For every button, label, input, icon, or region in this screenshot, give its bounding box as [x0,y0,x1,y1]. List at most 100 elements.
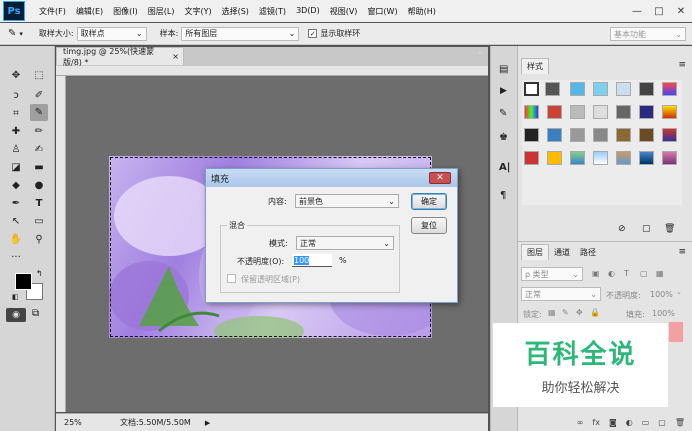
eraser-tool-icon[interactable]: ◪ [7,159,25,176]
fill-value[interactable]: 100% [652,309,675,318]
panel-menu-icon[interactable]: ≡ [678,60,686,70]
pen-tool-icon[interactable]: ✒ [7,195,25,212]
new-layer-icon[interactable]: ▢ [658,418,666,427]
dialog-title-bar[interactable]: 填充 ✕ [206,169,457,187]
panel-menu-icon[interactable]: ≡ [678,247,686,257]
filter-type-icon[interactable]: T [624,269,629,278]
style-swatch[interactable] [639,151,654,165]
minimize-button[interactable]: — [626,0,648,22]
eyedropper-tool-icon[interactable]: ✎ [30,104,48,121]
style-swatch[interactable] [593,128,608,142]
blend-mode-select[interactable]: 正常 ⌄ [521,287,601,301]
paragraph-panel-icon[interactable]: ¶ [500,190,506,201]
ok-button[interactable]: 确定 [411,193,447,210]
shape-tool-icon[interactable]: ▭ [30,213,48,230]
link-layers-icon[interactable]: ∞ [577,418,584,427]
clone-source-panel-icon[interactable]: ♚ [499,132,508,143]
layer-filter-select[interactable]: ρ 类型 ⌄ [521,267,583,281]
lock-move-icon[interactable]: ✥ [576,308,583,317]
style-swatch[interactable] [639,105,654,119]
menu-filter[interactable]: 滤镜(T) [254,6,291,17]
dodge-tool-icon[interactable]: ● [30,177,48,194]
style-swatch[interactable] [593,82,608,96]
mode-select[interactable]: 正常 ⌄ [296,236,394,250]
maximize-button[interactable]: □ [648,0,670,22]
opacity-chevron-icon[interactable]: ⌄ [676,288,682,296]
lock-pixels-icon[interactable]: ▦ [548,308,556,317]
actions-panel-icon[interactable]: ▶ [500,86,507,96]
tab-close-icon[interactable]: × [172,52,179,61]
style-swatch[interactable] [616,128,631,142]
style-swatch[interactable] [547,128,562,142]
brush-panel-icon[interactable]: ✎ [499,108,507,119]
blur-tool-icon[interactable]: ◆ [7,177,25,194]
crop-tool-icon[interactable]: ⌗ [7,105,25,122]
tab-styles[interactable]: 样式 [521,58,549,74]
quick-mask-icon[interactable]: ◉ [6,308,26,322]
sample-select[interactable]: 所有图层 ⌄ [181,26,300,41]
clone-stamp-tool-icon[interactable]: ♙ [7,141,25,158]
horizontal-ruler[interactable] [56,66,488,76]
close-button[interactable]: ✕ [670,0,692,22]
menu-image[interactable]: 图像(I) [108,6,143,17]
style-swatch[interactable] [662,151,677,165]
character-panel-icon[interactable]: A| [499,162,510,173]
path-select-tool-icon[interactable]: ↖ [7,213,25,230]
style-swatch[interactable] [593,105,608,119]
layer-scroll-indicator[interactable] [669,322,683,342]
history-panel-icon[interactable]: ▤ [499,64,508,75]
new-style-page-icon[interactable]: ▢ [642,224,651,234]
more-tools-icon[interactable]: ··· [7,249,25,266]
new-style-icon[interactable]: ⊘ [618,224,626,234]
menu-file[interactable]: 文件(F) [34,6,71,17]
type-tool-icon[interactable]: T [30,195,48,212]
dialog-close-button[interactable]: ✕ [429,172,451,184]
menu-edit[interactable]: 编辑(E) [71,6,108,17]
screen-mode-icon[interactable]: ⧉ [32,308,39,319]
style-swatch[interactable] [593,151,608,165]
style-swatch[interactable] [662,82,677,96]
adjustment-layer-icon[interactable]: ◐ [626,418,633,427]
menu-select[interactable]: 选择(S) [217,6,254,17]
workspace-select[interactable]: 基本功能 ⌄ [610,27,686,41]
style-swatch[interactable] [662,105,677,119]
hand-tool-icon[interactable]: ✋ [7,231,25,248]
opacity-input[interactable]: 100 [292,254,332,267]
vertical-ruler[interactable] [56,76,66,412]
reset-button[interactable]: 复位 [411,217,447,234]
lock-paint-icon[interactable]: ✎ [562,308,569,317]
quick-select-tool-icon[interactable]: ✐ [30,87,48,104]
tab-channels[interactable]: 通道 [549,244,575,260]
style-swatch[interactable] [547,151,562,165]
zoom-tool-icon[interactable]: ⚲ [30,231,48,248]
style-swatch[interactable] [570,82,585,96]
status-arrow-icon[interactable]: ▶ [205,419,210,427]
filter-adjust-icon[interactable]: ◐ [608,269,615,278]
menu-layer[interactable]: 图层(L) [143,6,180,17]
style-swatch[interactable] [616,82,631,96]
style-swatch[interactable] [524,105,539,119]
menu-type[interactable]: 文字(Y) [179,6,216,17]
healing-brush-tool-icon[interactable]: ✚ [7,123,25,140]
style-none-swatch[interactable] [524,82,539,96]
filter-pixel-icon[interactable]: ▣ [592,269,600,278]
style-swatch[interactable] [639,128,654,142]
menu-view[interactable]: 视图(V) [325,6,363,17]
eyedropper-icon[interactable]: ✎ [8,28,16,39]
filter-shape-icon[interactable]: ▢ [640,269,648,278]
panel-collapse-icon[interactable]: « [478,49,482,57]
style-swatch[interactable] [545,82,560,96]
content-select[interactable]: 前景色 ⌄ [295,194,399,208]
zoom-level[interactable]: 25% [64,418,94,427]
style-swatch[interactable] [570,105,585,119]
move-tool-icon[interactable]: ✥ [7,67,25,84]
sample-size-select[interactable]: 取样点 ⌄ [76,26,147,41]
style-swatch[interactable] [639,82,654,96]
style-swatch[interactable] [616,105,631,119]
opacity-value[interactable]: 100% [650,290,673,299]
tab-layers[interactable]: 图层 [521,244,549,260]
style-swatch[interactable] [616,151,631,165]
show-ring-checkbox[interactable]: ✓ [308,29,318,38]
layer-style-icon[interactable]: fx [592,418,600,427]
filter-smart-icon[interactable]: ▦ [656,269,664,278]
